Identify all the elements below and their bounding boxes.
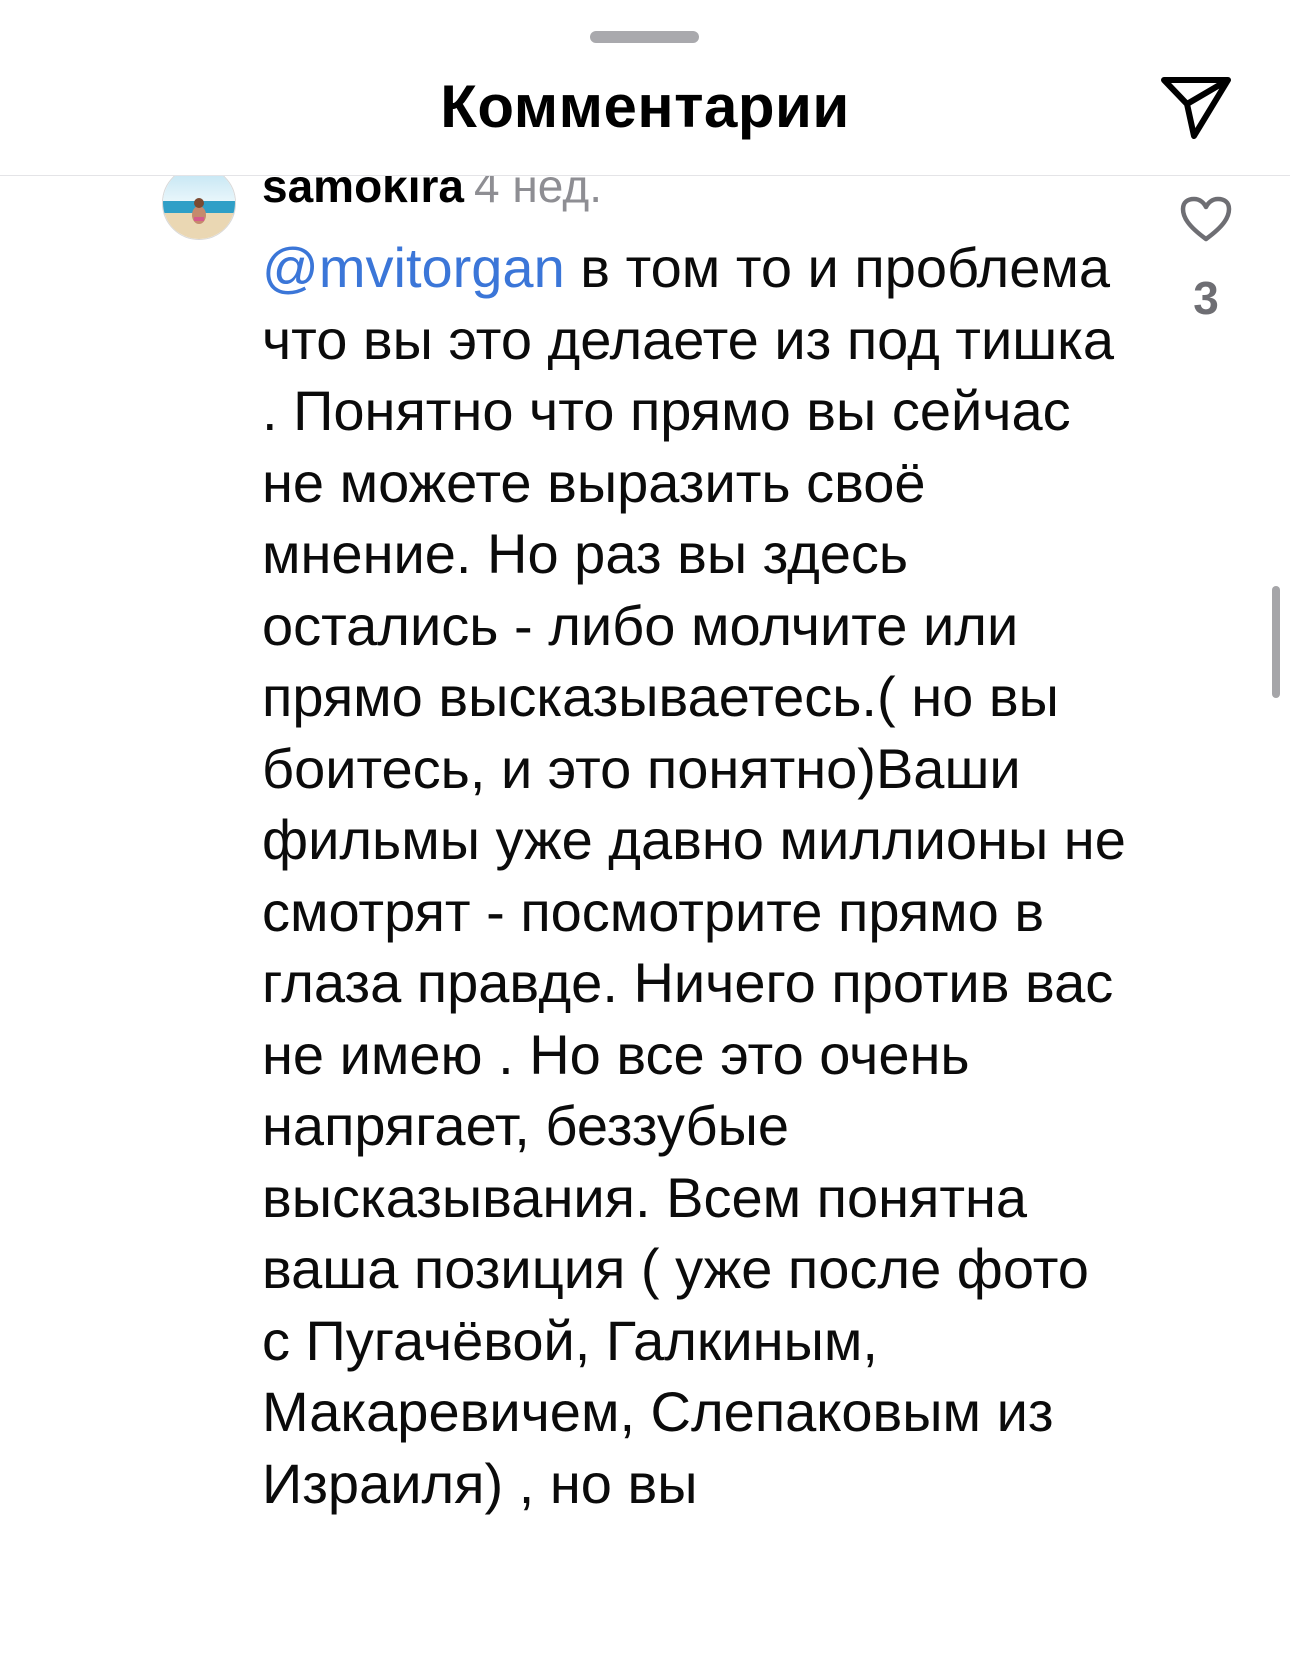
scrollbar[interactable] — [1272, 586, 1280, 698]
paper-plane-icon[interactable] — [1160, 74, 1232, 140]
heart-outline-icon[interactable] — [1180, 196, 1232, 242]
mention-link[interactable]: @mvitorgan — [262, 236, 565, 299]
like-count: 3 — [1193, 272, 1219, 324]
comment-meta: samokira 4 нед. — [262, 176, 602, 216]
comment-text: @mvitorgan в том то и проблема что вы эт… — [262, 232, 1132, 1519]
drag-handle[interactable] — [590, 31, 699, 43]
page-title: Комментарии — [440, 73, 850, 140]
comment-body: в том то и проблема что вы это делаете и… — [262, 236, 1126, 1515]
avatar-beach-photo-icon — [163, 176, 235, 239]
comments-sheet: Комментарии samokira 4 нед. @mvitorgan в… — [0, 0, 1290, 1661]
comment-time: 4 нед. — [474, 176, 602, 212]
comment-username[interactable]: samokira — [262, 176, 464, 212]
sheet-header: Комментарии — [0, 0, 1290, 176]
comments-list[interactable]: samokira 4 нед. @mvitorgan в том то и про… — [0, 176, 1290, 1661]
user-avatar[interactable] — [162, 176, 236, 240]
